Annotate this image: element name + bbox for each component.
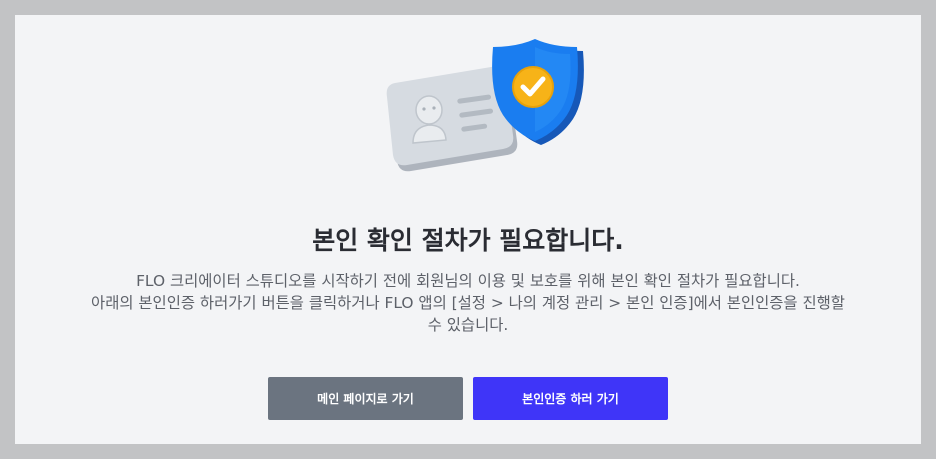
dialog-title: 본인 확인 절차가 필요합니다. [312, 226, 624, 255]
go-main-page-button[interactable]: 메인 페이지로 가기 [268, 377, 463, 420]
verification-dialog: 본인 확인 절차가 필요합니다. FLO 크리에이터 스튜디오를 시작하기 전에… [15, 15, 921, 444]
description-line-3: 수 있습니다. [427, 316, 509, 334]
id-card-shield-icon [386, 39, 584, 172]
go-verify-identity-button[interactable]: 본인인증 하러 가기 [473, 377, 668, 420]
dialog-description: FLO 크리에이터 스튜디오를 시작하기 전에 회원님의 이용 및 보호를 위해… [15, 270, 921, 336]
description-line-2: 아래의 본인인증 하러가기 버튼을 클릭하거나 FLO 앱의 [설정 > 나의 … [91, 294, 845, 312]
description-line-1: FLO 크리에이터 스튜디오를 시작하기 전에 회원님의 이용 및 보호를 위해… [136, 272, 800, 290]
